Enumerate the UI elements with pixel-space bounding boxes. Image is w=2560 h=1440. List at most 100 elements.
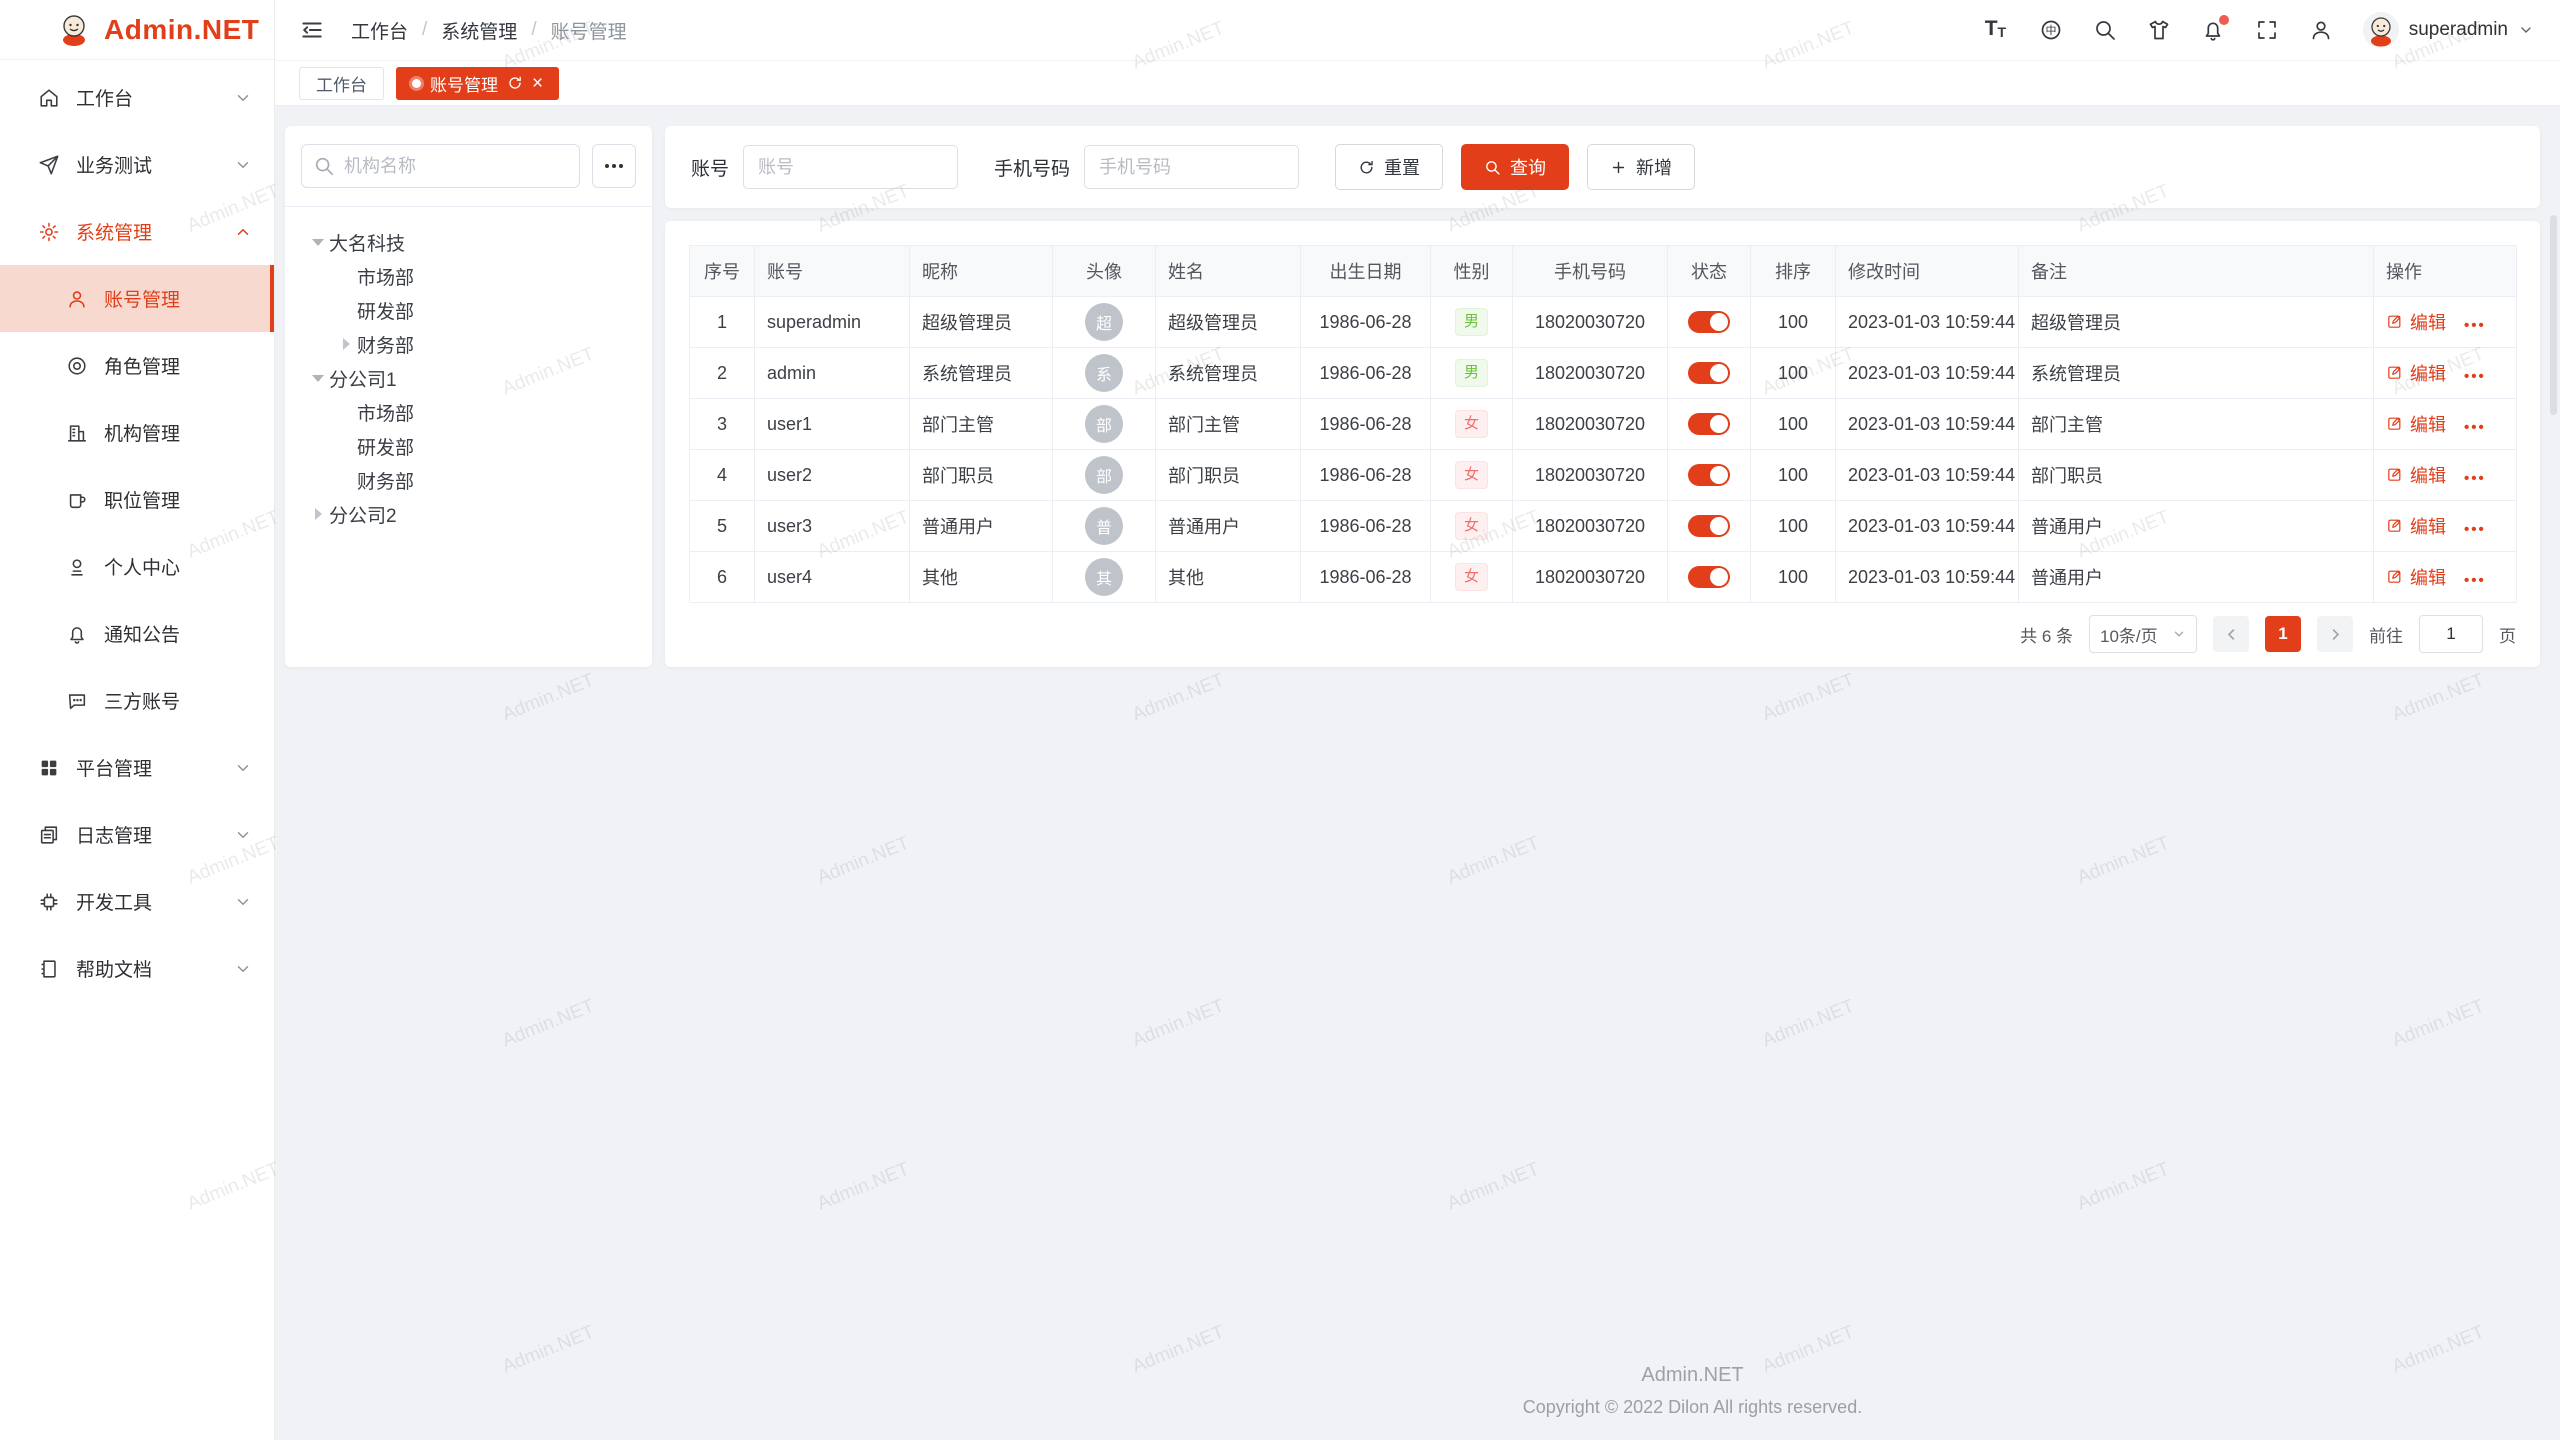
edit-icon xyxy=(2386,568,2403,585)
chevron-down-icon xyxy=(2172,627,2186,641)
tree-node[interactable]: 财务部 xyxy=(293,463,644,497)
org-more-button[interactable] xyxy=(592,144,636,188)
row-avatar: 部 xyxy=(1085,405,1123,443)
font-size-icon[interactable]: TT xyxy=(1985,18,2009,42)
account-filter-input[interactable] xyxy=(743,145,958,189)
edit-button[interactable]: 编辑 xyxy=(2386,513,2446,539)
chevron-down-icon xyxy=(234,960,252,978)
sidebar-item-profile[interactable]: 个人中心 xyxy=(0,533,274,600)
goto-page-input[interactable] xyxy=(2419,615,2483,653)
more-actions-button[interactable]: ••• xyxy=(2464,572,2486,589)
goto-label: 前往 xyxy=(2369,622,2403,647)
tab-workbench[interactable]: 工作台 xyxy=(299,67,384,100)
edit-button[interactable]: 编辑 xyxy=(2386,360,2446,386)
table-row: 5user3普通用户普普通用户1986-06-28女18020030720100… xyxy=(690,501,2517,552)
tree-node[interactable]: 大名科技 xyxy=(293,225,644,259)
edit-button[interactable]: 编辑 xyxy=(2386,564,2446,590)
status-toggle[interactable] xyxy=(1688,362,1730,384)
role-icon xyxy=(66,355,88,377)
status-toggle[interactable] xyxy=(1688,413,1730,435)
collapse-menu-icon[interactable] xyxy=(299,17,325,43)
sidebar-item-biz-test[interactable]: 业务测试 xyxy=(0,131,274,198)
user-menu[interactable]: superadmin xyxy=(2363,12,2534,48)
refresh-tab-icon[interactable] xyxy=(507,75,523,91)
sidebar-item-notice[interactable]: 通知公告 xyxy=(0,600,274,667)
fullscreen-icon[interactable] xyxy=(2255,18,2279,42)
gender-badge: 女 xyxy=(1455,461,1488,489)
breadcrumb-item[interactable]: 系统管理 xyxy=(441,17,517,44)
tree-node[interactable]: 市场部 xyxy=(293,395,644,429)
more-actions-button[interactable]: ••• xyxy=(2464,317,2486,334)
tree-node[interactable]: 研发部 xyxy=(293,293,644,327)
tree-node[interactable]: 分公司2 xyxy=(293,497,644,531)
tree-node[interactable]: 研发部 xyxy=(293,429,644,463)
phone-filter-input[interactable] xyxy=(1084,145,1299,189)
caret-down-icon[interactable] xyxy=(307,231,329,253)
user-avatar xyxy=(2363,12,2399,48)
column-header: 修改时间 xyxy=(1836,246,2019,297)
page-size-select[interactable]: 10条/页 xyxy=(2089,615,2197,653)
prev-page-button[interactable] xyxy=(2213,616,2249,652)
sidebar-item-account[interactable]: 账号管理 xyxy=(0,265,274,332)
chevron-down-icon xyxy=(2518,22,2534,38)
sidebar-item-system[interactable]: 系统管理 xyxy=(0,198,274,265)
sidebar-item-help-docs[interactable]: 帮助文档 xyxy=(0,935,274,1002)
sidebar-item-label: 帮助文档 xyxy=(76,955,234,982)
search-icon[interactable] xyxy=(2093,18,2117,42)
sidebar-item-label: 账号管理 xyxy=(104,285,252,312)
app-logo[interactable]: Admin.NET xyxy=(0,0,274,60)
close-tab-icon[interactable]: × xyxy=(532,74,543,93)
tree-node[interactable]: 财务部 xyxy=(293,327,644,361)
chevron-down-icon xyxy=(234,826,252,844)
column-header: 操作 xyxy=(2374,246,2517,297)
sidebar-item-position[interactable]: 职位管理 xyxy=(0,466,274,533)
sidebar-item-dev-tools[interactable]: 开发工具 xyxy=(0,868,274,935)
scrollbar-thumb[interactable] xyxy=(2550,215,2557,415)
sidebar-item-label: 平台管理 xyxy=(76,754,234,781)
sidebar-item-workbench[interactable]: 工作台 xyxy=(0,64,274,131)
edit-button[interactable]: 编辑 xyxy=(2386,309,2446,335)
gender-badge: 男 xyxy=(1455,359,1488,387)
reset-button[interactable]: 重置 xyxy=(1335,144,1443,190)
sidebar-item-role[interactable]: 角色管理 xyxy=(0,332,274,399)
breadcrumb-item[interactable]: 工作台 xyxy=(351,17,408,44)
tree-node[interactable]: 分公司1 xyxy=(293,361,644,395)
edit-icon xyxy=(2386,313,2403,330)
notification-icon[interactable] xyxy=(2201,18,2225,42)
page-number-1[interactable]: 1 xyxy=(2265,616,2301,652)
user-icon xyxy=(66,288,88,310)
status-toggle[interactable] xyxy=(1688,515,1730,537)
status-toggle[interactable] xyxy=(1688,311,1730,333)
status-toggle[interactable] xyxy=(1688,566,1730,588)
more-actions-button[interactable]: ••• xyxy=(2464,470,2486,487)
caret-right-icon[interactable] xyxy=(335,333,357,355)
active-tab-dot xyxy=(412,79,421,88)
caret-right-icon[interactable] xyxy=(307,503,329,525)
more-actions-button[interactable]: ••• xyxy=(2464,419,2486,436)
tab-account-management[interactable]: 账号管理 × xyxy=(396,67,559,100)
user-icon[interactable] xyxy=(2309,18,2333,42)
sidebar-item-third-party[interactable]: 三方账号 xyxy=(0,667,274,734)
sidebar-item-logs[interactable]: 日志管理 xyxy=(0,801,274,868)
theme-icon[interactable] xyxy=(2147,18,2171,42)
query-button[interactable]: 查询 xyxy=(1461,144,1569,190)
edit-button[interactable]: 编辑 xyxy=(2386,462,2446,488)
log-icon xyxy=(38,824,60,846)
org-search-input[interactable] xyxy=(301,144,580,188)
next-page-button[interactable] xyxy=(2317,616,2353,652)
table-row: 1superadmin超级管理员超超级管理员1986-06-28男1802003… xyxy=(690,297,2517,348)
add-button[interactable]: 新增 xyxy=(1587,144,1695,190)
column-header: 出生日期 xyxy=(1301,246,1431,297)
language-icon[interactable]: 中 xyxy=(2039,18,2063,42)
footer-copyright: Copyright © 2022 Dilon All rights reserv… xyxy=(550,1397,2560,1418)
more-actions-button[interactable]: ••• xyxy=(2464,368,2486,385)
more-actions-button[interactable]: ••• xyxy=(2464,521,2486,538)
sidebar-item-org[interactable]: 机构管理 xyxy=(0,399,274,466)
edit-button[interactable]: 编辑 xyxy=(2386,411,2446,437)
edit-icon xyxy=(2386,364,2403,381)
sidebar-item-platform[interactable]: 平台管理 xyxy=(0,734,274,801)
tree-node[interactable]: 市场部 xyxy=(293,259,644,293)
search-icon xyxy=(313,155,335,177)
status-toggle[interactable] xyxy=(1688,464,1730,486)
caret-down-icon[interactable] xyxy=(307,367,329,389)
